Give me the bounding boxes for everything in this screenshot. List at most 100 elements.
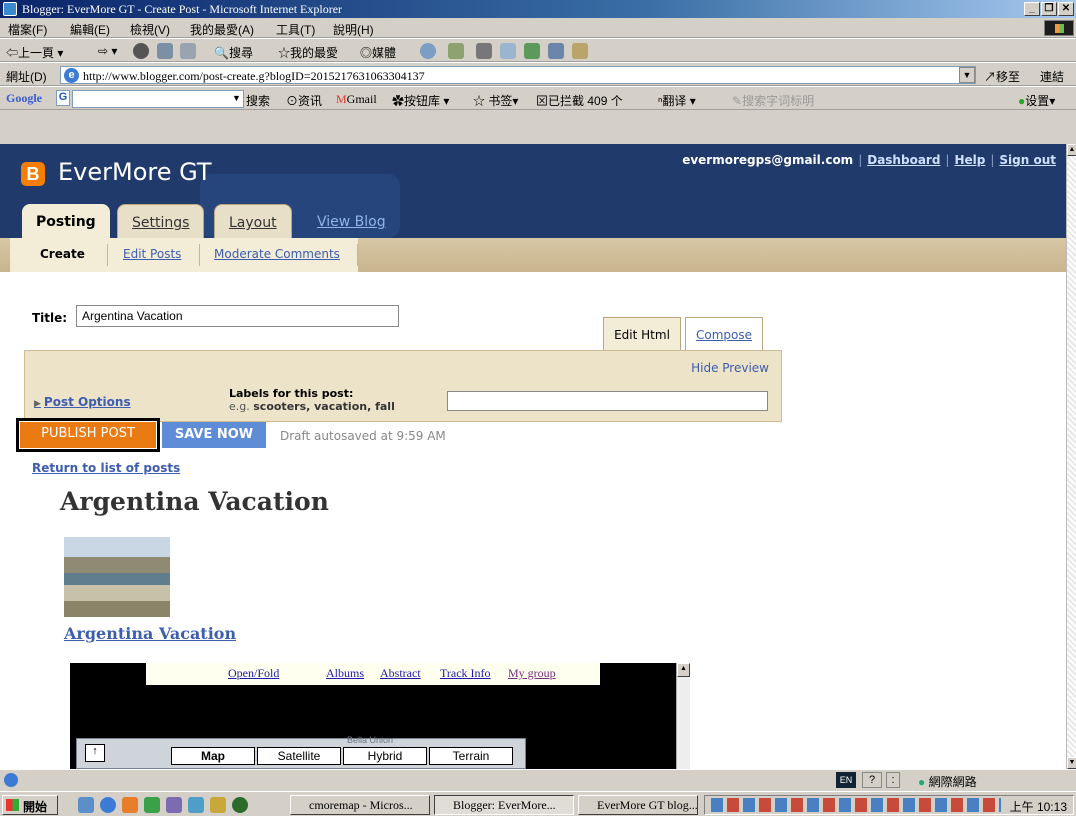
- quicklaunch-app6-icon[interactable]: [232, 797, 248, 813]
- media-button[interactable]: ◎媒體: [360, 44, 396, 61]
- favorites-button[interactable]: ☆我的最愛: [278, 44, 338, 61]
- my-group-link[interactable]: My group: [508, 666, 556, 681]
- google-search-dropdown-icon[interactable]: ▼: [232, 93, 241, 103]
- clock: 上午 10:13: [1009, 800, 1067, 814]
- popup-blocker[interactable]: ⊠已拦截 409 个: [536, 92, 623, 109]
- mail-icon[interactable]: [448, 43, 464, 59]
- post-photo[interactable]: [64, 537, 170, 617]
- google-news-button[interactable]: ⊙资讯: [286, 92, 322, 109]
- map-type-satellite[interactable]: Satellite: [257, 747, 341, 765]
- expand-arrow-icon: ▶: [34, 399, 41, 409]
- sign-out-link[interactable]: Sign out: [999, 153, 1056, 167]
- system-tray: 上午 10:13: [704, 795, 1074, 815]
- frame-scroll-up-icon[interactable]: ▲: [677, 663, 690, 677]
- menu-file[interactable]: 檔案(F): [8, 21, 47, 38]
- language-indicator[interactable]: EN: [836, 772, 856, 788]
- pan-up-icon[interactable]: ↑: [85, 744, 105, 762]
- minimize-button[interactable]: _: [1024, 2, 1040, 16]
- tray-icons[interactable]: [711, 798, 1001, 812]
- highlight-label: 搜索字词标明: [742, 94, 815, 108]
- menu-view[interactable]: 檢視(V): [130, 21, 170, 38]
- address-input[interactable]: e http://www.blogger.com/post-create.g?b…: [60, 66, 976, 84]
- blog-name: EverMore GT: [58, 158, 212, 186]
- subtab-create[interactable]: Create: [40, 247, 85, 261]
- map-type-map[interactable]: Map: [171, 747, 255, 765]
- forward-button[interactable]: ⇨ ▾: [98, 44, 117, 58]
- quicklaunch-ie-icon[interactable]: [100, 797, 116, 813]
- post-options-toggle[interactable]: ▶ Post Options: [34, 395, 131, 409]
- save-now-button[interactable]: SAVE NOW: [162, 422, 266, 448]
- help-link[interactable]: Help: [954, 153, 985, 167]
- address-dropdown-icon[interactable]: ▼: [959, 67, 975, 83]
- map-type-hybrid[interactable]: Hybrid: [343, 747, 427, 765]
- back-button[interactable]: ⇦上一頁 ▾: [6, 44, 63, 61]
- abstract-link[interactable]: Abstract: [380, 666, 421, 681]
- tab-edit-html[interactable]: Edit Html: [603, 317, 681, 351]
- gmail-button[interactable]: MGmail: [336, 92, 377, 107]
- menu-tools[interactable]: 工具(T): [276, 21, 315, 38]
- task-blogger[interactable]: Blogger: EverMore...: [434, 795, 574, 815]
- track-info-link[interactable]: Track Info: [440, 666, 491, 681]
- subtab-edit-posts[interactable]: Edit Posts: [123, 247, 181, 261]
- labels-input[interactable]: [447, 391, 768, 411]
- post-options-label: Post Options: [43, 395, 131, 409]
- history-icon[interactable]: [420, 43, 436, 59]
- tab-compose[interactable]: Compose: [685, 317, 763, 351]
- start-button[interactable]: 開始: [2, 795, 58, 815]
- hide-preview-link[interactable]: Hide Preview: [691, 361, 769, 375]
- quicklaunch-app5-icon[interactable]: [210, 797, 226, 813]
- stop-icon[interactable]: [133, 43, 149, 59]
- albums-link[interactable]: Albums: [326, 666, 364, 681]
- ime-icon[interactable]: :: [886, 772, 900, 788]
- research-icon[interactable]: [572, 43, 588, 59]
- dashboard-link[interactable]: Dashboard: [867, 153, 940, 167]
- publish-label: PUBLISH POST: [20, 422, 156, 448]
- menu-help[interactable]: 說明(H): [333, 21, 374, 38]
- tab-posting[interactable]: Posting: [22, 204, 110, 238]
- quicklaunch-desktop-icon[interactable]: [78, 797, 94, 813]
- map-frame-scrollbar[interactable]: ▲: [676, 663, 690, 769]
- menu-favorites[interactable]: 我的最愛(A): [190, 21, 254, 38]
- google-search-button[interactable]: 搜索: [246, 92, 270, 109]
- scroll-up-icon[interactable]: ▲: [1067, 144, 1076, 156]
- subtab-moderate-comments[interactable]: Moderate Comments: [214, 247, 340, 261]
- refresh-icon[interactable]: [157, 43, 173, 59]
- home-icon[interactable]: [180, 43, 196, 59]
- page-scrollbar[interactable]: ▲ ▼: [1066, 144, 1076, 769]
- search-button[interactable]: 🔍搜尋: [214, 44, 253, 61]
- menu-edit[interactable]: 編輯(E): [70, 21, 110, 38]
- restore-button[interactable]: ❐: [1041, 2, 1057, 16]
- print-icon[interactable]: [476, 43, 492, 59]
- google-g-icon[interactable]: G: [56, 90, 70, 106]
- google-search-input[interactable]: [72, 90, 244, 108]
- publish-post-button[interactable]: PUBLISH POST: [16, 418, 160, 452]
- button-gallery[interactable]: ✿按钮库 ▾: [392, 92, 449, 109]
- scroll-down-icon[interactable]: ▼: [1067, 757, 1076, 769]
- links-button[interactable]: 連結: [1040, 68, 1064, 85]
- edit-icon[interactable]: [500, 43, 516, 59]
- return-to-posts-link[interactable]: Return to list of posts: [32, 461, 180, 475]
- close-button[interactable]: ✕: [1058, 2, 1074, 16]
- post-title-input[interactable]: [76, 305, 399, 327]
- tab-layout[interactable]: Layout: [214, 204, 292, 238]
- settings-button[interactable]: ●设置▾: [1018, 92, 1055, 109]
- tab-settings[interactable]: Settings: [117, 204, 205, 238]
- translate-button[interactable]: ⁿ翻译 ▾: [658, 92, 696, 109]
- notes-icon[interactable]: [548, 43, 564, 59]
- messenger-icon[interactable]: [524, 43, 540, 59]
- open-fold-link[interactable]: Open/Fold: [228, 666, 279, 681]
- map-type-terrain[interactable]: Terrain: [429, 747, 513, 765]
- quicklaunch-app4-icon[interactable]: [188, 797, 204, 813]
- task-cmoremap[interactable]: cmoremap - Micros...: [290, 795, 430, 815]
- quicklaunch-app1-icon[interactable]: [122, 797, 138, 813]
- tab-view-blog[interactable]: View Blog: [303, 204, 400, 238]
- photo-album-link[interactable]: Argentina Vacation: [64, 624, 236, 643]
- task-evermore-blog[interactable]: EverMore GT blog...: [578, 795, 698, 815]
- go-button[interactable]: ↗移至: [984, 68, 1020, 85]
- quicklaunch-app2-icon[interactable]: [144, 797, 160, 813]
- help-icon[interactable]: ?: [862, 772, 882, 788]
- bookmarks-button[interactable]: ☆ 书签▾: [473, 92, 518, 109]
- quicklaunch-app3-icon[interactable]: [166, 797, 182, 813]
- highlight-button[interactable]: ✎搜索字词标明: [732, 92, 814, 109]
- autosave-status: Draft autosaved at 9:59 AM: [280, 429, 446, 443]
